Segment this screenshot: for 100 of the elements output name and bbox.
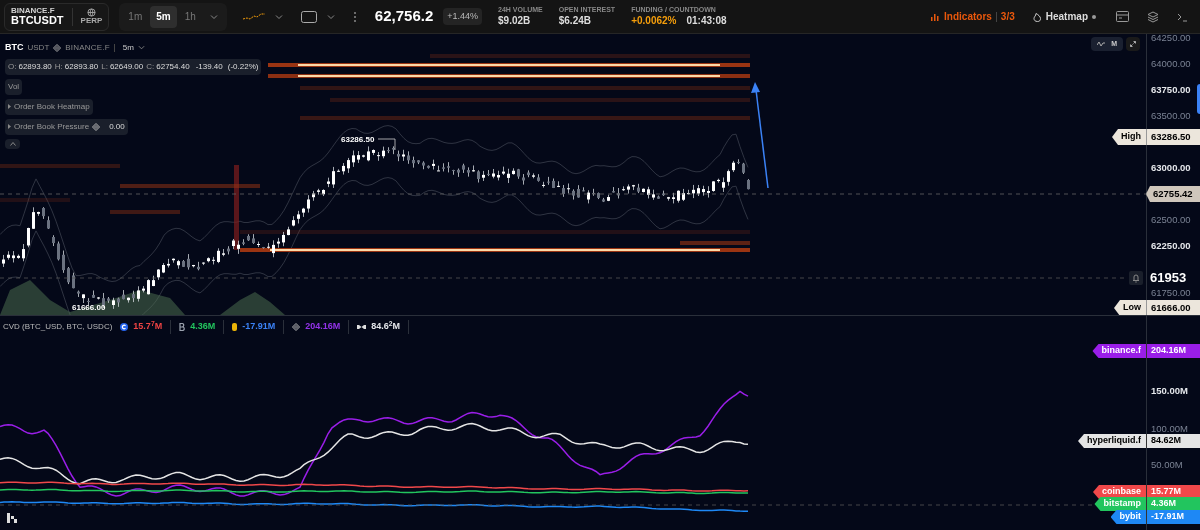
series-value: 84.62M xyxy=(1146,434,1200,448)
cvd-legend-value: 4.36M xyxy=(190,320,216,333)
indicator-legend[interactable]: Order Book Pressure 0.00 xyxy=(5,118,128,135)
timeframe-tab[interactable]: 5m xyxy=(150,5,177,28)
c-logo-icon xyxy=(120,322,129,331)
low-annotation: 61666.00 xyxy=(72,302,106,314)
price-marker: 62755.42 xyxy=(1146,186,1200,202)
ohlc-value: 62649.00 xyxy=(109,60,144,73)
rectangle-icon[interactable] xyxy=(300,10,317,23)
series-tag: hyperliquid.f xyxy=(1078,434,1146,448)
chevron-down-icon[interactable] xyxy=(137,44,145,52)
base-asset: BTC xyxy=(5,41,24,54)
series-tag: bybit xyxy=(1110,510,1146,524)
line-wave-icon xyxy=(1097,41,1106,47)
price-tick: 62500.00 xyxy=(1151,213,1191,227)
b-logo-icon xyxy=(179,322,186,331)
cvd-legend-value: 15.7$^{7}$M xyxy=(133,320,163,333)
price-tick: 61750.00 xyxy=(1151,286,1191,300)
diamond-icon xyxy=(92,122,101,131)
timeframe-tab[interactable]: 1h xyxy=(178,5,202,28)
cvd-tick: 50.00M xyxy=(1151,458,1183,472)
price-marker: 61666.00 xyxy=(1146,300,1200,316)
ohlc-label: L: xyxy=(101,60,108,73)
leader-line xyxy=(377,138,396,151)
countdown-value: 01:43:08 xyxy=(686,14,727,28)
caret-right-icon xyxy=(8,104,11,109)
ohlc-value: 62893.80 xyxy=(18,60,52,73)
indicator-name: Order Book Pressure xyxy=(14,120,90,133)
price-tick: 64000.00 xyxy=(1151,57,1191,71)
cvd-tick: 100.00M xyxy=(1151,422,1188,436)
interval-selector[interactable]: 5m xyxy=(122,41,134,54)
ohlc-value: 62754.40 xyxy=(156,60,190,73)
price-tick: 64250.00 xyxy=(1151,31,1191,45)
expand-icon xyxy=(1130,41,1136,47)
cvd-legend-value: -17.91M xyxy=(242,320,276,333)
heatmap-bar xyxy=(110,210,180,214)
cvd-title: CVD (BTC_USD, BTC, USDC) xyxy=(3,320,113,333)
diamond-icon xyxy=(53,43,62,52)
series-tag: bitstamp xyxy=(1094,497,1146,511)
high-annotation: 63286.50 xyxy=(341,134,375,146)
stat-value: $9.02B xyxy=(498,14,531,28)
quote-asset: USDT xyxy=(27,41,50,54)
coin-icon xyxy=(232,322,238,331)
chevron-down-icon[interactable] xyxy=(209,12,218,21)
cvd-legend-value: 204.16M xyxy=(305,320,341,333)
ohlc-change: -139.40 xyxy=(195,60,223,73)
panel-icon[interactable] xyxy=(1116,11,1129,22)
marker-tag: Low xyxy=(1114,300,1146,316)
cvd-legend-value: 84.6$^{2}$M xyxy=(371,320,400,333)
line-chart-icon[interactable] xyxy=(242,11,265,22)
indicator-value: 0.00 xyxy=(109,120,125,133)
indicator-name: Order Book Heatmap xyxy=(14,100,90,113)
price-change: +1.44% xyxy=(443,7,482,26)
stat-value: +0.0062% xyxy=(631,14,677,28)
series-value: 4.36M xyxy=(1146,497,1200,511)
series-value: 204.16M xyxy=(1146,344,1200,358)
app-logo-icon xyxy=(5,511,19,525)
price-tick: 63750.00 xyxy=(1151,83,1191,97)
chevron-down-icon[interactable] xyxy=(326,12,335,21)
indicators-count: 3/3 xyxy=(1000,10,1015,24)
heatmap-button[interactable]: Heatmap xyxy=(1032,9,1096,24)
marker-tag: High xyxy=(1112,129,1146,145)
symbol-name: BTCUSDT xyxy=(11,15,64,26)
ohlc-change-percent: (-0.22%) xyxy=(227,60,259,73)
price-tick: 63000.00 xyxy=(1151,161,1191,175)
heatmap-label: Heatmap xyxy=(1045,10,1088,24)
exchange-label: BINANCE.F xyxy=(65,41,110,54)
alert-price: 61953 xyxy=(1149,269,1188,287)
more-vertical-icon[interactable] xyxy=(352,10,357,23)
caret-right-icon xyxy=(8,124,11,129)
ohlc-label: O: xyxy=(8,60,17,73)
symbol-selector[interactable]: BINANCE.F BTCUSDT PERP xyxy=(4,2,110,31)
layers-icon[interactable] xyxy=(1147,10,1159,23)
diamond-icon xyxy=(292,322,301,331)
indicators-button[interactable]: Indicators 3/3 xyxy=(931,9,1015,24)
ohlc-label: H: xyxy=(54,60,63,73)
terminal-icon[interactable] xyxy=(1177,11,1188,22)
bar-chart-icon xyxy=(931,12,941,21)
timeframe-tab[interactable]: 1m xyxy=(122,5,149,28)
price-tick: 63500.00 xyxy=(1151,109,1191,123)
ohlc-value: 62893.80 xyxy=(64,60,99,73)
chevron-down-icon[interactable] xyxy=(274,12,283,21)
contract-type: PERP xyxy=(80,17,103,25)
ohlc-label: C: xyxy=(146,60,155,73)
bell-icon[interactable] xyxy=(1129,270,1143,285)
globe-icon xyxy=(86,8,96,17)
heatmap-bar xyxy=(680,241,750,245)
stat-value: $6.24B xyxy=(558,14,591,28)
price-tick: 62250.00 xyxy=(1151,239,1191,253)
chevron-up-icon xyxy=(9,141,16,146)
cvd-tick: 150.00M xyxy=(1151,384,1188,398)
series-tag: binance.f xyxy=(1092,344,1146,358)
indicator-legend[interactable]: Order Book Heatmap xyxy=(5,98,93,115)
price-marker: 63286.50 xyxy=(1146,129,1200,145)
scroll-indicator[interactable] xyxy=(1197,84,1200,114)
expand-button[interactable] xyxy=(1126,37,1140,51)
exchange-name: BINANCE.F xyxy=(11,7,56,15)
series-value: -17.91M xyxy=(1146,510,1200,524)
last-price: 62,756.2 xyxy=(374,6,434,27)
collapse-button[interactable] xyxy=(5,138,20,149)
